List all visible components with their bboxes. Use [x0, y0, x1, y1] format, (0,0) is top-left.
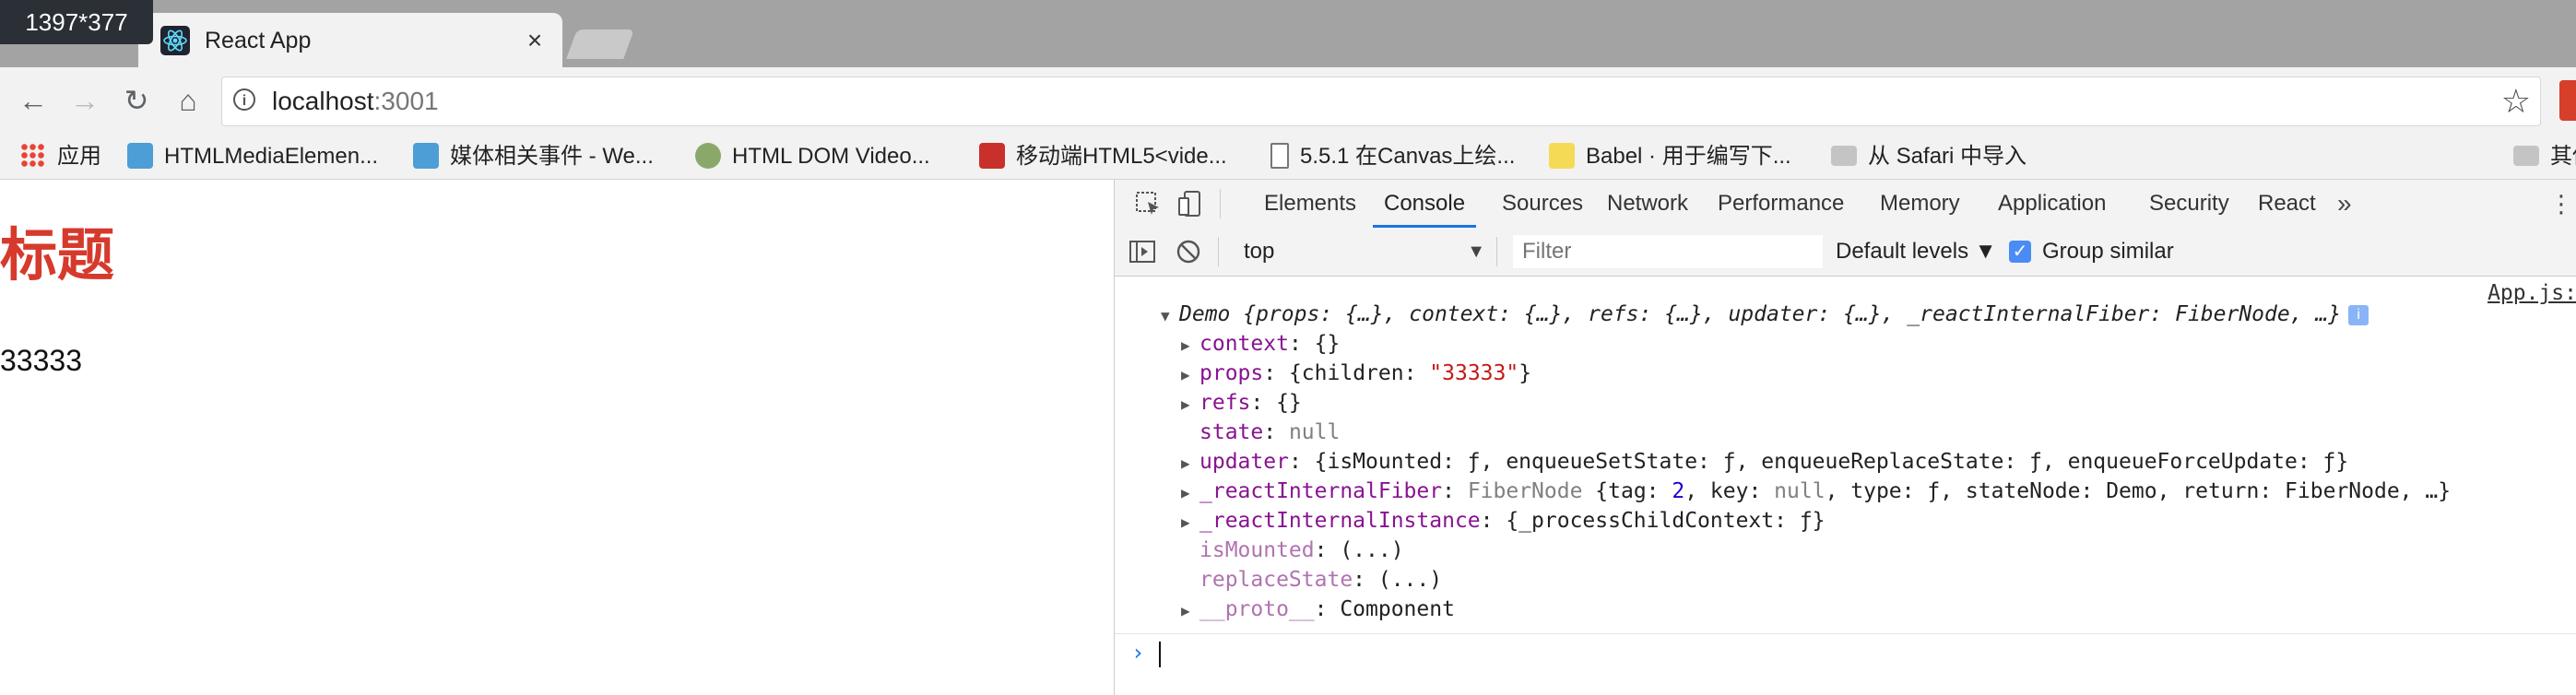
- csdn-icon: [979, 143, 1005, 169]
- clear-console-icon[interactable]: [1174, 237, 1203, 266]
- folder-icon: [2513, 146, 2539, 166]
- tab-memory[interactable]: Memory: [1880, 180, 1960, 228]
- toolbar-divider: [1218, 237, 1219, 266]
- more-tabs-icon[interactable]: »: [2337, 180, 2352, 228]
- log-levels-dropdown[interactable]: Default levels ▼: [1836, 235, 1997, 268]
- forward-arrow-icon[interactable]: →: [66, 82, 103, 119]
- tab-react-app[interactable]: React App ×: [138, 13, 562, 68]
- bookmark-media-events[interactable]: 媒体相关事件 - We...: [413, 140, 654, 173]
- reload-icon[interactable]: ↻: [118, 82, 155, 119]
- filter-input[interactable]: [1513, 235, 1823, 268]
- home-icon[interactable]: ⌂: [170, 82, 207, 119]
- bookmark-folder-other[interactable]: 其他: [2513, 140, 2576, 173]
- page-icon: [1270, 143, 1289, 169]
- mdn-dino-icon: [127, 143, 153, 169]
- tab-strip: React App × 1397*377: [0, 0, 2576, 68]
- page-title: 标题: [0, 224, 115, 288]
- kebab-menu-icon[interactable]: ⋮: [2549, 180, 2576, 228]
- mdn-dino-icon: [413, 143, 439, 169]
- tab-performance[interactable]: Performance: [1718, 180, 1844, 228]
- collapsed-triangle-icon[interactable]: ▶: [1181, 449, 1199, 478]
- bookmark-star-icon[interactable]: ☆: [2501, 83, 2531, 120]
- expanded-triangle-icon[interactable]: ▼: [1161, 301, 1179, 331]
- source-link[interactable]: App.js:: [2487, 281, 2576, 305]
- apps-grid-icon: [20, 143, 46, 169]
- tab-console[interactable]: Console: [1373, 180, 1477, 228]
- info-badge-icon[interactable]: i: [2348, 305, 2369, 325]
- toolbar-divider: [1220, 189, 1221, 218]
- extension-icon[interactable]: [2559, 80, 2576, 121]
- bookmark-htmlmediaelement[interactable]: HTMLMediaElemen...: [127, 140, 378, 173]
- bookmarks-bar: 应用 HTMLMediaElemen... 媒体相关事件 - We... HTM…: [0, 135, 2576, 180]
- console-prop-refs[interactable]: ▶ refs: {}: [1181, 388, 1302, 418]
- tab-application[interactable]: Application: [1998, 180, 2106, 228]
- collapsed-triangle-icon[interactable]: ▶: [1181, 390, 1199, 419]
- group-similar-label: Group similar: [2042, 239, 2174, 264]
- inspect-element-icon[interactable]: [1133, 189, 1163, 218]
- console-prompt[interactable]: ›: [1115, 633, 2576, 671]
- address-bar[interactable]: i localhost:3001 ☆: [221, 77, 2541, 126]
- console-filter-bar: top ▼ Default levels ▼ ✓ Group similar: [1115, 228, 2576, 277]
- w3schools-icon: [695, 143, 721, 169]
- collapsed-triangle-icon[interactable]: ▶: [1181, 360, 1199, 390]
- bookmark-canvas[interactable]: 5.5.1 在Canvas上绘...: [1270, 140, 1515, 173]
- console-output: App.js: ▼ Demo {props: {…}, context: {…},…: [1115, 276, 2576, 695]
- chevron-down-icon: ▼: [1467, 241, 1485, 262]
- console-prop-reactinternalfiber[interactable]: ▶ _reactInternalFiber: FiberNode {tag: 2,…: [1181, 477, 2451, 506]
- collapsed-triangle-icon[interactable]: ▶: [1181, 508, 1199, 537]
- tab-security[interactable]: Security: [2149, 180, 2229, 228]
- prompt-chevron-icon: ›: [1131, 640, 1145, 666]
- react-logo-icon: [160, 26, 190, 55]
- close-icon[interactable]: ×: [520, 26, 549, 55]
- collapsed-triangle-icon[interactable]: ▶: [1181, 596, 1199, 626]
- console-prop-context[interactable]: ▶ context: {}: [1181, 329, 1340, 359]
- console-prop-props[interactable]: ▶ props: {children: "33333"}: [1181, 359, 1531, 388]
- console-prop-updater[interactable]: ▶ updater: {isMounted: ƒ, enqueueSetState…: [1181, 447, 2348, 477]
- bookmark-folder-safari[interactable]: 从 Safari 中导入: [1831, 140, 2027, 173]
- new-tab-button[interactable]: [566, 29, 634, 59]
- size-badge: 1397*377: [0, 0, 153, 44]
- text-cursor: [1159, 642, 1161, 667]
- devtools-panel: Elements Console Sources Network Perform…: [1114, 180, 2576, 695]
- collapsed-triangle-icon[interactable]: ▶: [1181, 331, 1199, 360]
- bookmark-html-dom-video[interactable]: HTML DOM Video...: [695, 140, 930, 173]
- back-arrow-icon[interactable]: ←: [15, 82, 52, 119]
- group-similar-checkbox[interactable]: ✓: [2009, 241, 2031, 263]
- sidebar-toggle-icon[interactable]: [1128, 237, 1157, 266]
- device-toolbar-icon[interactable]: [1176, 189, 1205, 218]
- folder-icon: [1831, 146, 1857, 166]
- bookmark-apps[interactable]: 应用: [20, 140, 101, 173]
- bookmark-babel[interactable]: Babel · 用于编写下...: [1549, 140, 1791, 173]
- browser-toolbar: ← → ↻ ⌂ i localhost:3001 ☆: [0, 67, 2576, 135]
- context-select[interactable]: top ▼: [1244, 235, 1493, 268]
- devtools-tabbar: Elements Console Sources Network Perform…: [1115, 180, 2576, 229]
- bookmark-mobile-html5-video[interactable]: 移动端HTML5<vide...: [979, 140, 1227, 173]
- tab-title: React App: [205, 28, 312, 53]
- tab-react[interactable]: React: [2258, 180, 2316, 228]
- page-text: 33333: [0, 344, 82, 377]
- console-prop-replacestate[interactable]: replaceState: (...): [1199, 565, 1442, 595]
- url-text[interactable]: localhost:3001: [272, 86, 439, 117]
- console-object-header[interactable]: ▼ Demo {props: {…}, context: {…}, refs: {…: [1161, 300, 2369, 329]
- console-prop-proto[interactable]: ▶ __proto__: Component: [1181, 595, 1455, 624]
- tab-sources[interactable]: Sources: [1502, 180, 1583, 228]
- tab-elements[interactable]: Elements: [1264, 180, 1356, 228]
- console-prop-reactinternalinstance[interactable]: ▶ _reactInternalInstance: {_processChildC…: [1181, 506, 1826, 536]
- info-icon[interactable]: i: [233, 88, 255, 111]
- toolbar-divider: [1496, 237, 1497, 266]
- page-viewport: 标题 33333: [0, 180, 1114, 695]
- console-prop-ismounted[interactable]: isMounted: (...): [1199, 536, 1404, 565]
- console-prop-state: state: null: [1199, 420, 1341, 444]
- tab-network[interactable]: Network: [1607, 180, 1688, 228]
- babel-icon: [1549, 143, 1575, 169]
- collapsed-triangle-icon[interactable]: ▶: [1181, 478, 1199, 508]
